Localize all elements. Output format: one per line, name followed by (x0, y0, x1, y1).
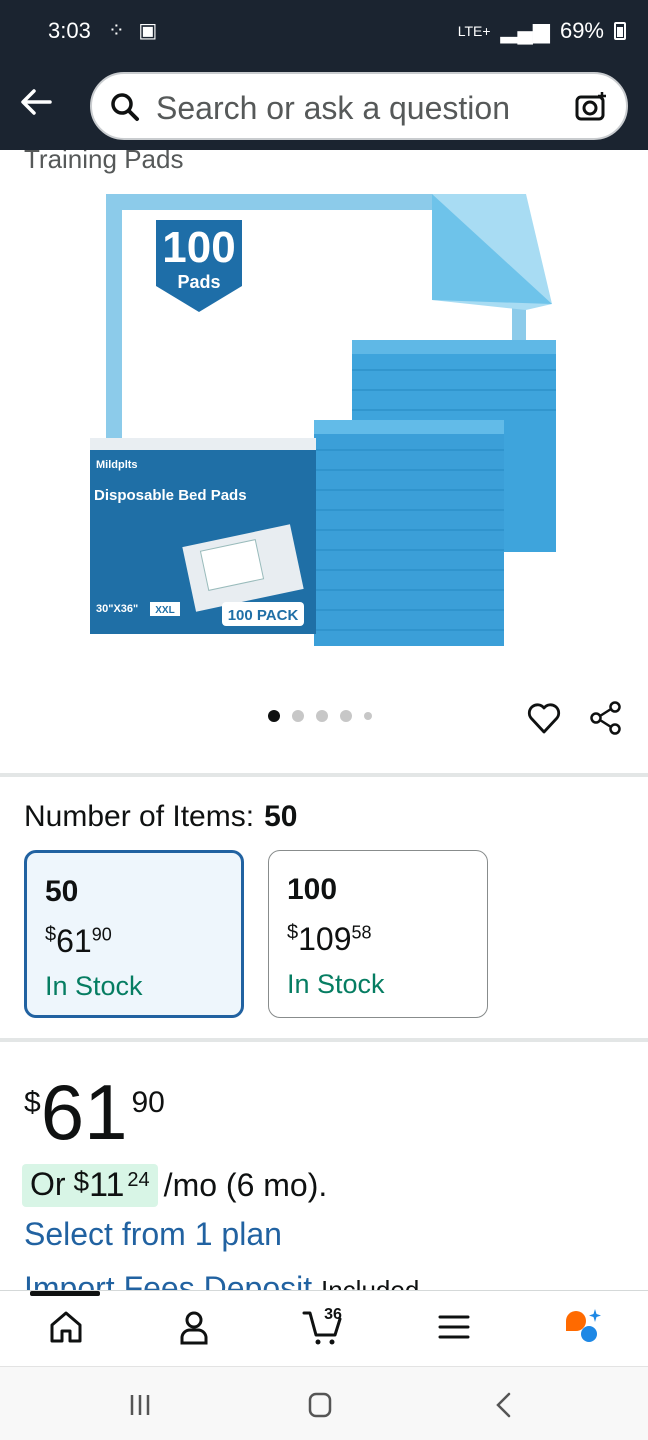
back-button-icon[interactable] (486, 1387, 522, 1423)
network-label: LTE+ (457, 23, 491, 39)
variant-option-50[interactable]: 50 $6190 In Stock (24, 850, 244, 1018)
items-selected-value: 50 (264, 800, 298, 833)
heart-icon[interactable] (526, 700, 562, 736)
product-detail: Training Pads 100 Pads Mildplts Disposab… (0, 150, 648, 1290)
installment-suffix: /mo (6 mo). (163, 1167, 328, 1203)
price-currency: $ (24, 1086, 41, 1119)
items-label: Number of Items: 50 (24, 800, 297, 834)
variant-price: $10958 (287, 921, 372, 957)
carousel-dot[interactable] (340, 710, 352, 722)
status-bar: 3:03 ⁘ ▣ LTE+ ▂▄▆ 69% (0, 0, 648, 64)
notification-icons: ⁘ ▣ (108, 20, 162, 42)
bottom-nav (0, 1290, 648, 1366)
pad-count-text: 100 (162, 223, 235, 272)
pad-stack-front (314, 420, 504, 646)
brand-text: Mildplts (96, 459, 138, 471)
divider (0, 773, 648, 777)
recent-apps-icon[interactable] (122, 1387, 158, 1423)
status-time: 3:03 (48, 18, 91, 43)
select-plan-link[interactable]: Select from 1 plan (24, 1216, 282, 1253)
search-placeholder: Search or ask a question (156, 90, 510, 126)
carousel-dot[interactable] (364, 712, 372, 720)
home-icon[interactable] (46, 1307, 86, 1347)
product-image[interactable]: 100 Pads Mildplts Disposable Bed Pads 30… (86, 190, 566, 660)
rufus-icon[interactable] (562, 1307, 602, 1347)
variant-name: 100 (287, 873, 338, 906)
pack-text: 100 PACK (228, 607, 299, 624)
search-header: Search or ask a question (0, 64, 648, 150)
pad-count-label: Pads (177, 272, 220, 292)
price-fraction: 90 (131, 1086, 165, 1119)
variant-price: $6190 (45, 923, 112, 959)
battery-icon (614, 22, 626, 40)
account-icon[interactable] (174, 1307, 214, 1347)
box-title-text: Disposable Bed Pads (94, 487, 247, 504)
size-text: 30"X36" (96, 603, 138, 615)
variant-option-100[interactable]: 100 $10958 In Stock (268, 850, 488, 1018)
variant-stock: In Stock (45, 971, 143, 1001)
menu-icon[interactable] (434, 1307, 474, 1347)
import-fees-link[interactable]: Import Fees Deposit (24, 1270, 312, 1290)
variant-name: 50 (45, 875, 79, 908)
installment-highlight: Or $ 11 24 (22, 1164, 158, 1207)
back-arrow-icon[interactable] (16, 82, 56, 122)
items-label-text: Number of Items: (24, 800, 255, 833)
carousel-dot[interactable] (268, 710, 280, 722)
carousel-dot[interactable] (292, 710, 304, 722)
carousel-dot[interactable] (316, 710, 328, 722)
installment-offer: Or $ 11 24 /mo (6 mo). (22, 1164, 327, 1207)
system-nav-bar (0, 1366, 648, 1440)
import-fees-status: Included (321, 1275, 420, 1290)
active-tab-indicator (30, 1291, 100, 1296)
home-button-icon[interactable] (302, 1387, 338, 1423)
price-whole: 61 (40, 1068, 128, 1156)
battery-label: 69% (559, 18, 604, 43)
image-carousel-dots[interactable] (268, 710, 372, 722)
search-input[interactable]: Search or ask a question (90, 72, 628, 140)
product-title: Training Pads (24, 150, 184, 174)
share-icon[interactable] (588, 700, 624, 736)
size-badge-text: XXL (155, 605, 174, 616)
divider (0, 1038, 648, 1042)
price: $ 61 90 (24, 1072, 165, 1152)
variant-stock: In Stock (287, 969, 385, 999)
cart-count-badge: 36 (324, 1306, 342, 1323)
import-fees: Import Fees Deposit Included (24, 1270, 419, 1290)
search-icon (111, 93, 139, 121)
signal-icon: ▂▄▆ (500, 18, 550, 43)
camera-search-icon[interactable] (574, 90, 608, 124)
status-right: LTE+ ▂▄▆ 69% (458, 18, 626, 44)
